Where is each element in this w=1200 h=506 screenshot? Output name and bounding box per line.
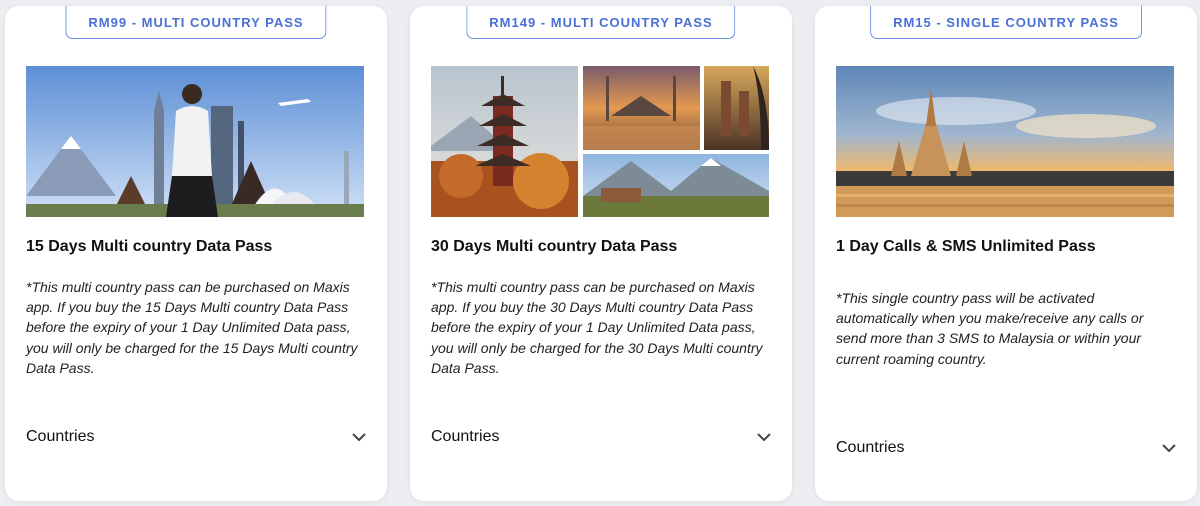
countries-label: Countries [431,428,500,445]
countries-toggle[interactable]: Countries [26,426,366,448]
pass-card-rm15: RM15 - SINGLE COUNTRY PASS 1 Day Calls &… [815,6,1197,501]
chevron-down-icon[interactable] [352,432,366,442]
pass-note: *This single country pass will be activa… [836,290,1144,367]
chevron-down-icon[interactable] [757,432,771,442]
price-badge: RM15 - SINGLE COUNTRY PASS [870,6,1142,39]
countries-label: Countries [26,428,95,445]
pass-note: *This multi country pass can be purchase… [26,279,358,376]
pass-image [431,66,769,217]
pass-card-rm149: RM149 - MULTI COUNTRY PASS 30 Days Multi… [410,6,792,501]
pass-card-rm99: RM99 - MULTI COUNTRY PASS 15 Days Multi … [5,6,387,501]
pass-note: *This multi country pass can be purchase… [431,279,763,376]
price-badge: RM149 - MULTI COUNTRY PASS [466,6,736,39]
pass-title: 15 Days Multi country Data Pass [26,238,273,255]
countries-label: Countries [836,439,905,456]
pass-title: 30 Days Multi country Data Pass [431,238,678,255]
countries-toggle[interactable]: Countries [431,426,771,448]
chevron-down-icon[interactable] [1162,443,1176,453]
pass-title: 1 Day Calls & SMS Unlimited Pass [836,238,1096,255]
price-badge: RM99 - MULTI COUNTRY PASS [65,6,327,39]
countries-toggle[interactable]: Countries [836,437,1176,459]
pass-image [836,66,1174,217]
pass-image [26,66,364,217]
